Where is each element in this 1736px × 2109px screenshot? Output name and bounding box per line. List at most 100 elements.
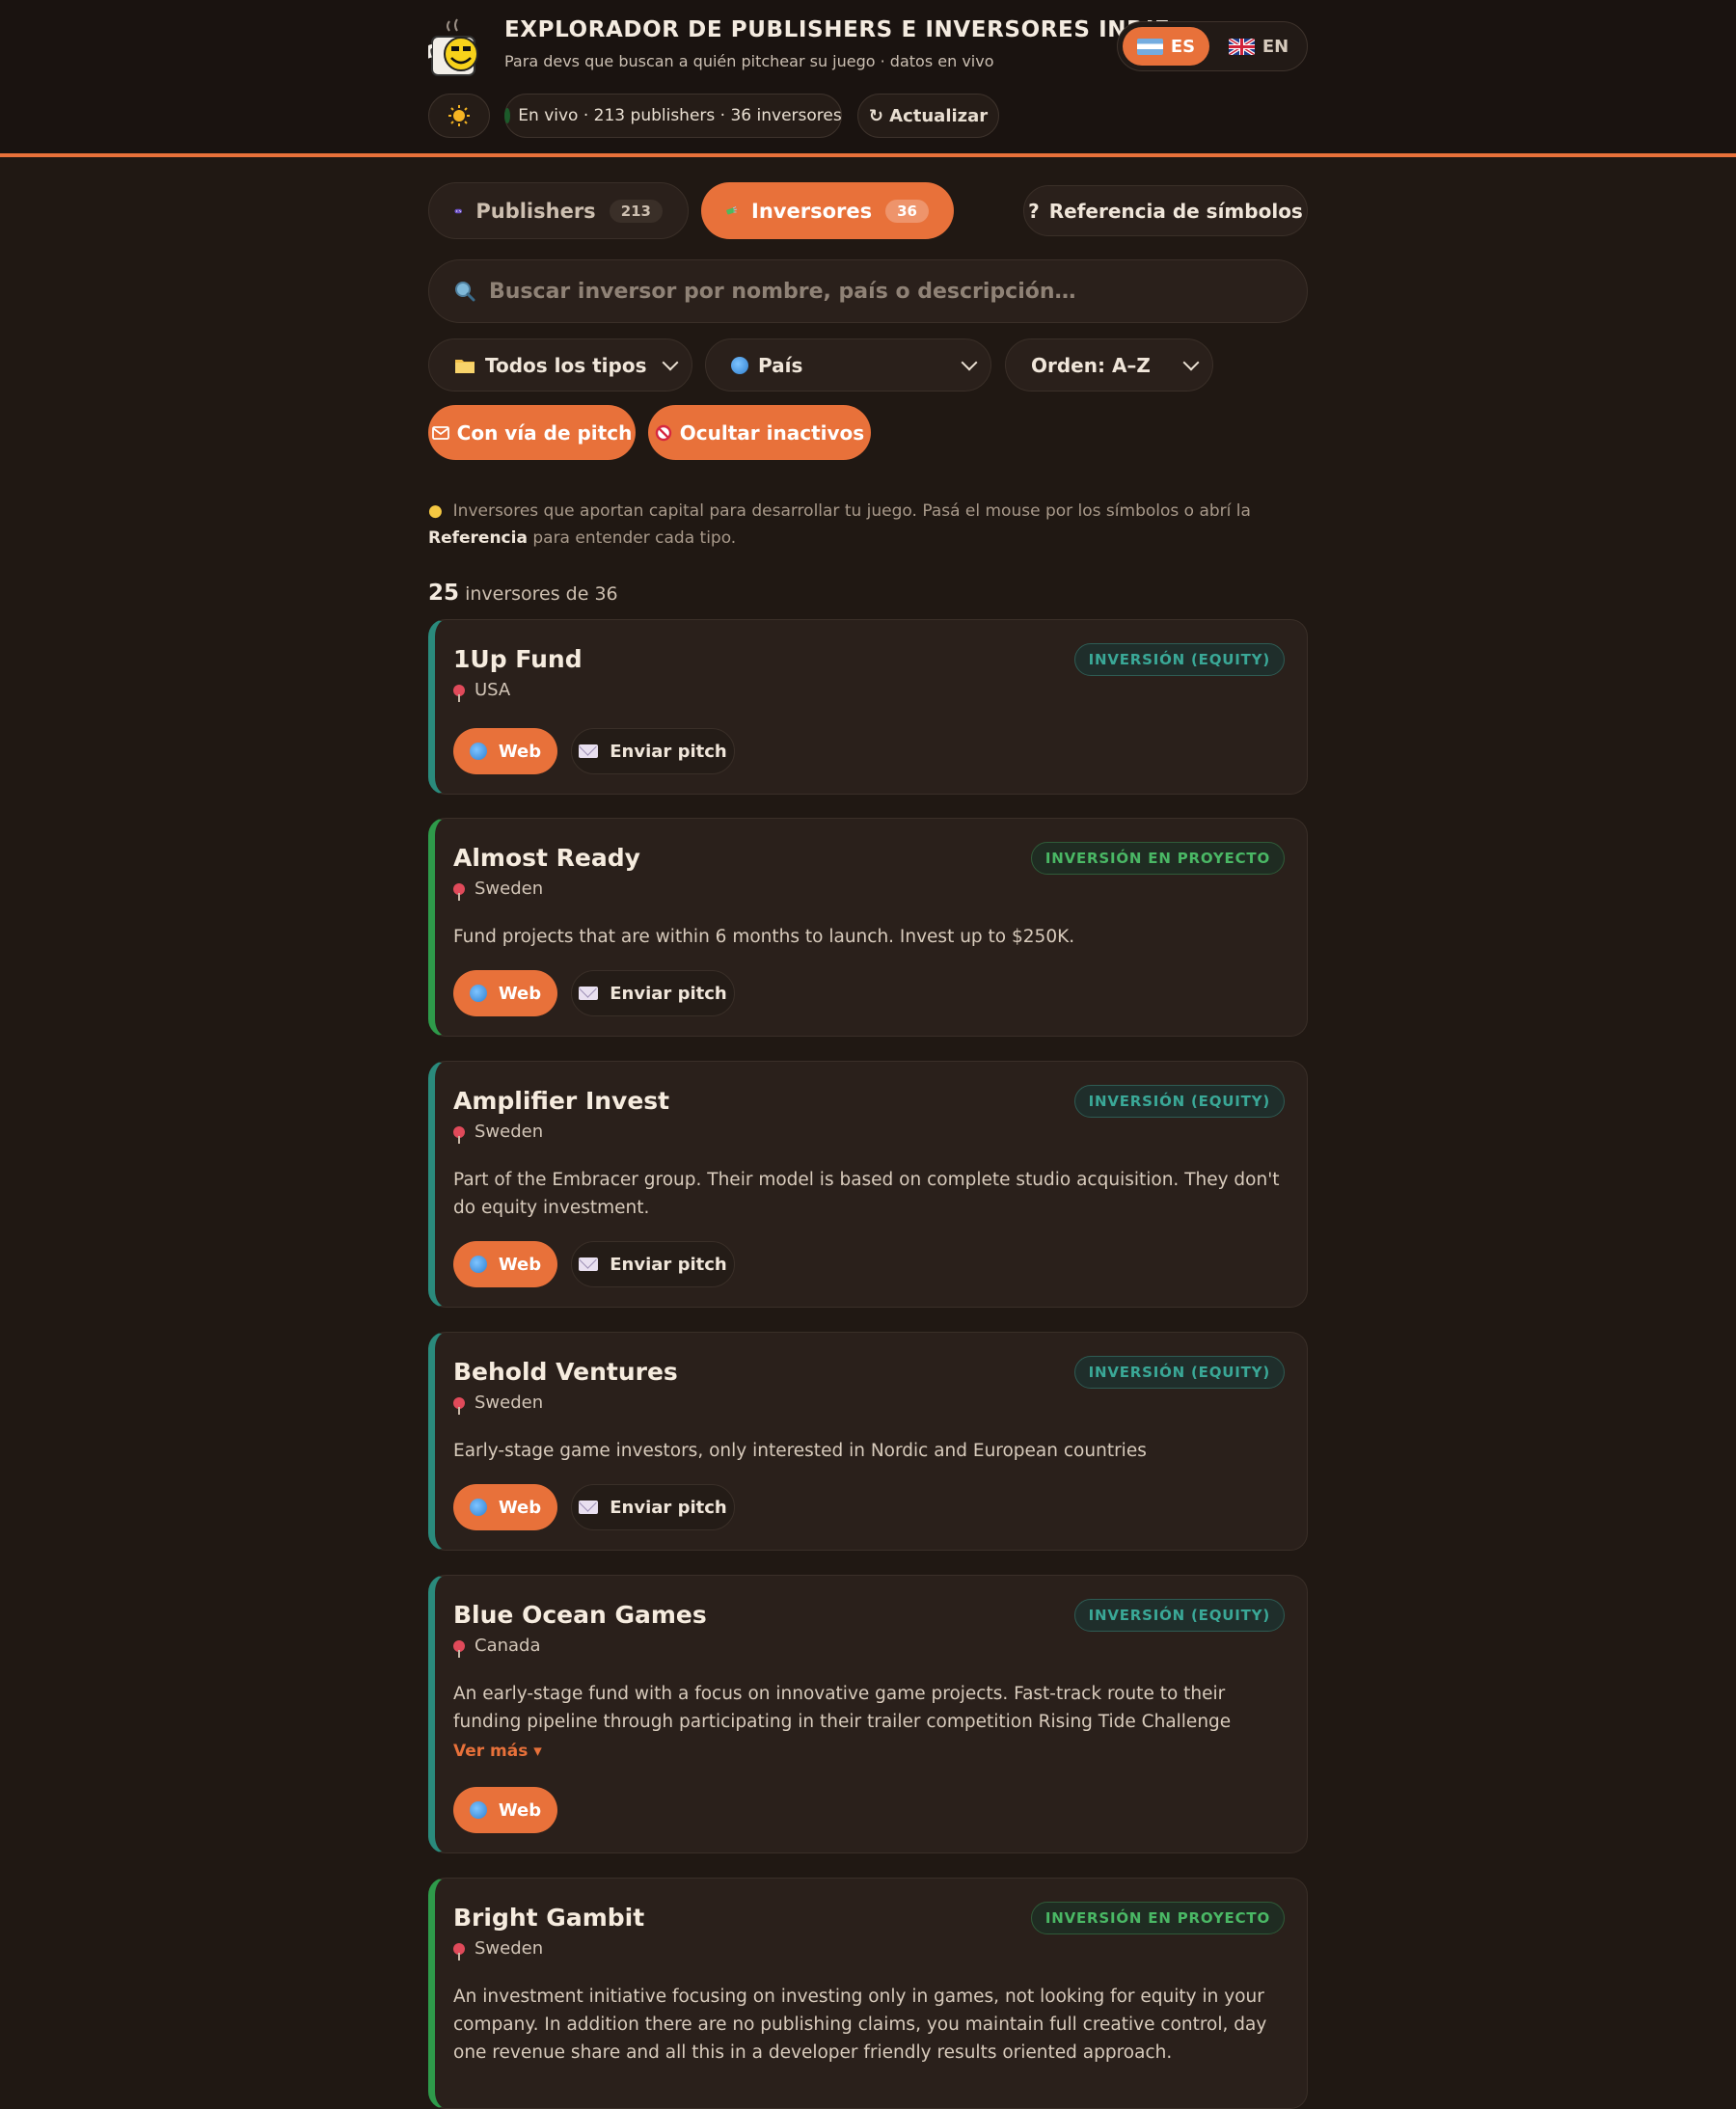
pin-icon: [453, 1942, 465, 1960]
investor-type-badge: INVERSIÓN (EQUITY): [1073, 643, 1285, 676]
chevron-down-icon: [961, 354, 978, 371]
web-button-label: Web: [498, 741, 542, 762]
tab-investors[interactable]: Inversores 36: [701, 182, 954, 239]
investor-name: Blue Ocean Games: [453, 1601, 707, 1629]
lightbulb-icon: ●: [428, 501, 443, 521]
lang-es-label: ES: [1170, 36, 1196, 57]
symbol-reference-button[interactable]: ? Referencia de símbolos: [1023, 185, 1308, 236]
hint-text-after: para entender cada tipo.: [527, 528, 737, 548]
investor-name: Bright Gambit: [453, 1904, 645, 1932]
country-select[interactable]: País: [705, 338, 991, 392]
refresh-button[interactable]: ↻ Actualizar: [857, 94, 999, 138]
hint-reference-link[interactable]: Referencia: [428, 528, 528, 548]
pitch-filter-label: Con vía de pitch: [456, 420, 633, 445]
web-button-label: Web: [498, 1799, 542, 1821]
investor-country: USA: [475, 680, 511, 700]
investor-card: Blue Ocean Games Canada INVERSIÓN (EQUIT…: [428, 1575, 1308, 1853]
investor-card: Amplifier Invest Sweden INVERSIÓN (EQUIT…: [428, 1061, 1308, 1308]
investor-card: Bright Gambit Sweden INVERSIÓN EN PROYEC…: [428, 1878, 1308, 2109]
investor-description: Fund projects that are within 6 months t…: [453, 927, 1075, 947]
globe-icon: [469, 743, 487, 760]
investor-card: Almost Ready Sweden INVERSIÓN EN PROYECT…: [428, 818, 1308, 1037]
investor-type-badge: INVERSIÓN (EQUITY): [1073, 1356, 1285, 1389]
type-select-label: Todos los tipos: [485, 353, 647, 377]
investor-location: Sweden: [453, 879, 544, 901]
pin-icon: [453, 684, 465, 702]
mail-icon: [431, 425, 449, 440]
gamepad-icon: [454, 208, 462, 213]
pitch-filter-chip[interactable]: Con vía de pitch: [428, 405, 636, 460]
hint-text-before: Inversores que aportan capital para desa…: [452, 501, 1251, 521]
pin-icon: [453, 1639, 465, 1658]
order-select-label: Orden: A–Z: [1031, 353, 1151, 377]
theme-toggle-button[interactable]: [428, 94, 490, 138]
search-icon: [455, 282, 475, 302]
globe-icon: [469, 1256, 487, 1273]
send-pitch-button[interactable]: Enviar pitch: [571, 1241, 735, 1287]
investor-description: Part of the Embracer group. Their model …: [453, 1170, 1280, 1218]
country-select-label: País: [758, 353, 803, 377]
investor-type-badge: INVERSIÓN (EQUITY): [1073, 1085, 1285, 1118]
send-pitch-button[interactable]: Enviar pitch: [571, 1484, 735, 1530]
tab-publishers-count: 213: [609, 199, 663, 223]
send-pitch-button[interactable]: Enviar pitch: [571, 970, 735, 1016]
investor-type-badge: INVERSIÓN EN PROYECTO: [1030, 842, 1285, 875]
globe-icon: [469, 1801, 487, 1819]
coffee-mug-logo-icon: [428, 18, 478, 76]
investor-name: Almost Ready: [453, 844, 640, 872]
web-button-label: Web: [498, 1254, 542, 1275]
send-pitch-button[interactable]: Enviar pitch: [571, 728, 735, 774]
app-subtitle: Para devs que buscan a quién pitchear su…: [504, 52, 994, 70]
refresh-label: ↻ Actualizar: [868, 105, 989, 126]
investor-name: Behold Ventures: [453, 1358, 678, 1386]
money-icon: [726, 205, 738, 214]
language-toggle: ES EN: [1117, 21, 1308, 71]
type-select[interactable]: Todos los tipos: [428, 338, 692, 392]
web-button[interactable]: Web: [453, 728, 557, 774]
result-count: 25 inversores de 36: [428, 581, 618, 606]
web-button[interactable]: Web: [453, 1484, 557, 1530]
investor-type-badge: INVERSIÓN EN PROYECTO: [1030, 1902, 1285, 1934]
envelope-icon: [579, 744, 599, 758]
web-button[interactable]: Web: [453, 1241, 557, 1287]
pin-icon: [453, 1125, 465, 1144]
chevron-down-icon: [1182, 354, 1200, 371]
app-title: EXPLORADOR DE PUBLISHERS E INVERSORES IN…: [504, 17, 1171, 42]
lang-en-button[interactable]: EN: [1214, 27, 1303, 66]
help-hint: ● Inversores que aportan capital para de…: [428, 498, 1308, 552]
hide-inactive-label: Ocultar inactivos: [679, 420, 865, 445]
tab-investors-count: 36: [885, 199, 929, 223]
search-bar: [428, 259, 1308, 323]
pin-icon: [453, 1396, 465, 1415]
web-button[interactable]: Web: [453, 1787, 557, 1833]
send-pitch-label: Enviar pitch: [610, 983, 727, 1004]
web-button[interactable]: Web: [453, 970, 557, 1016]
chevron-down-icon: [662, 354, 679, 371]
globe-icon: [731, 356, 748, 374]
investor-location: Sweden: [453, 1938, 543, 1960]
investor-country: Sweden: [475, 879, 544, 899]
web-button-label: Web: [498, 1497, 542, 1518]
lang-en-label: EN: [1261, 36, 1289, 57]
lang-es-button[interactable]: ES: [1123, 27, 1209, 66]
pin-icon: [453, 882, 465, 901]
investor-location: Sweden: [453, 1392, 544, 1415]
envelope-icon: [579, 1257, 599, 1271]
search-input[interactable]: [489, 279, 1280, 304]
tab-publishers[interactable]: Publishers 213: [428, 182, 689, 239]
uk-flag-icon: [1228, 38, 1255, 55]
investor-name: Amplifier Invest: [453, 1087, 670, 1115]
see-more-link[interactable]: Ver más ▾: [453, 1742, 542, 1761]
hide-inactive-chip[interactable]: Ocultar inactivos: [648, 405, 871, 460]
investor-country: Sweden: [475, 1122, 544, 1142]
order-select[interactable]: Orden: A–Z: [1005, 338, 1213, 392]
live-dot-icon: [504, 108, 511, 123]
investor-description: An investment initiative focusing on inv…: [453, 1987, 1267, 2063]
investor-country: Sweden: [475, 1392, 544, 1413]
send-pitch-label: Enviar pitch: [610, 1254, 727, 1275]
live-status-text: En vivo · 213 publishers · 36 inversores: [518, 106, 842, 125]
folder-icon: [455, 359, 475, 373]
globe-icon: [469, 985, 487, 1002]
tab-publishers-label: Publishers: [475, 199, 596, 223]
globe-icon: [469, 1499, 487, 1516]
